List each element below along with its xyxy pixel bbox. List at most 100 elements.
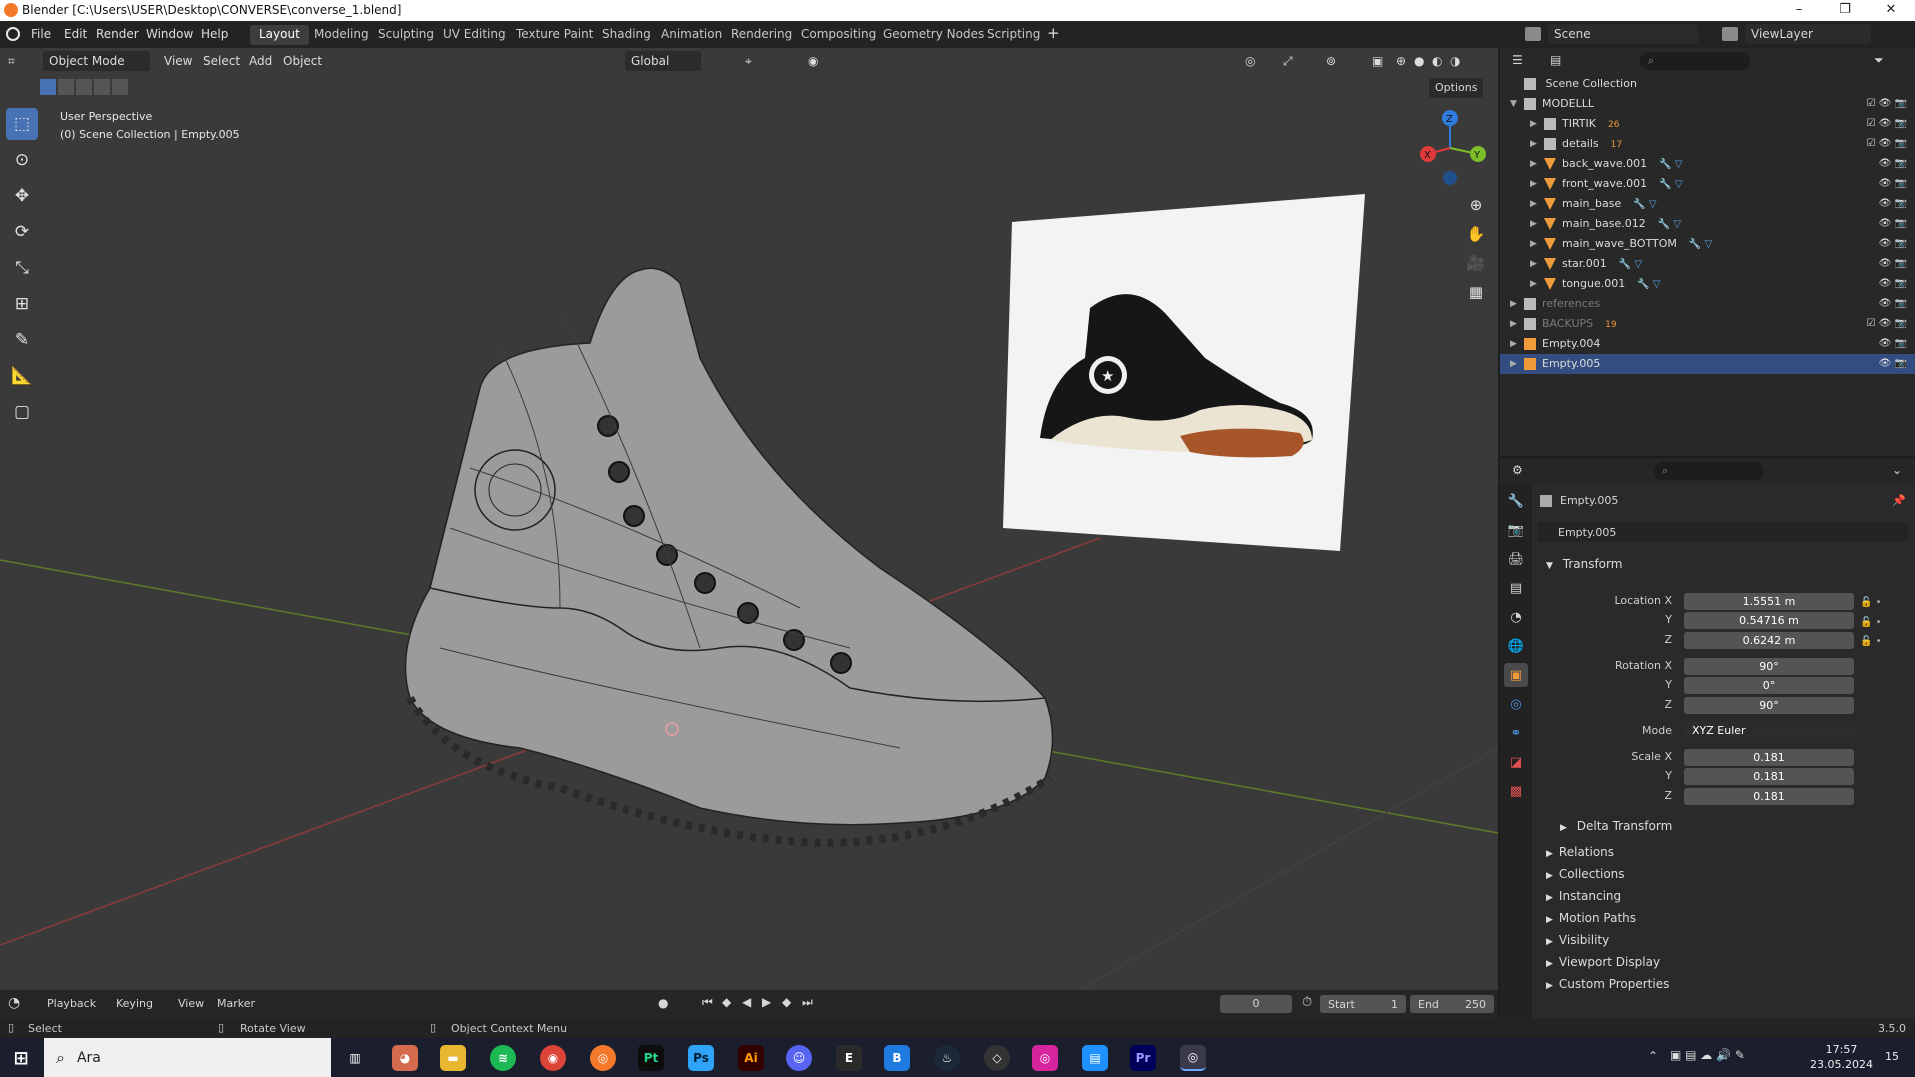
ortho-grid-icon[interactable]: ▦ (1463, 279, 1489, 305)
expand-triangle-icon[interactable]: ▶ (1530, 134, 1537, 154)
outliner-item[interactable]: ▶ main_wave_BOTTOM 🔧 ▽ 👁 📷 (1500, 234, 1915, 254)
outliner-item[interactable]: ▼ MODELLL ☑ 👁 📷 (1500, 94, 1915, 114)
visibility-toggles[interactable]: 👁 📷 (1879, 294, 1907, 314)
tab-scripting[interactable]: Scripting (978, 25, 1049, 45)
snap-icon[interactable]: ⌖ (745, 51, 752, 71)
expand-triangle-icon[interactable]: ▶ (1530, 234, 1537, 254)
visibility-icon[interactable]: ◎ (1245, 51, 1255, 71)
expand-triangle-icon[interactable]: ▼ (1510, 94, 1517, 114)
texture-tab-icon[interactable]: ▩ (1504, 779, 1528, 803)
blue-app-icon[interactable]: B (884, 1045, 910, 1071)
reference-image[interactable]: ★ (1003, 194, 1365, 551)
start-frame-field[interactable]: Start 1 (1320, 995, 1406, 1013)
data-tab-icon[interactable]: ◪ (1504, 750, 1528, 774)
location-y-field[interactable]: 0.54716 m (1684, 612, 1854, 629)
outliner-search-input[interactable]: ⌕ (1640, 52, 1750, 70)
visibility-toggles[interactable]: 👁 📷 (1879, 154, 1907, 174)
cursor-tool-icon[interactable]: ⊙ (6, 144, 38, 176)
panel-header-collections[interactable]: ▶ Collections (1540, 862, 1908, 886)
panel-header-visibility[interactable]: ▶ Visibility (1540, 928, 1908, 952)
maximize-button[interactable]: ❐ (1822, 0, 1868, 21)
spotify-icon[interactable]: ≋ (490, 1045, 516, 1071)
viewport-menu-object[interactable]: Object (283, 51, 322, 71)
blender-active-icon[interactable]: ◎ (1180, 1045, 1206, 1071)
shading-solid-icon[interactable]: ● (1414, 51, 1424, 71)
visibility-toggles[interactable]: 👁 📷 (1879, 174, 1907, 194)
visibility-toggles[interactable]: 👁 📷 (1879, 274, 1907, 294)
tab-geometry-nodes[interactable]: Geometry Nodes (874, 25, 993, 45)
expand-triangle-icon[interactable]: ▶ (1530, 114, 1537, 134)
panel-header-relations[interactable]: ▶ Relations (1540, 840, 1908, 864)
mode-selector[interactable]: Object Mode (43, 51, 150, 71)
expand-triangle-icon[interactable]: ▶ (1510, 354, 1517, 374)
editor-type-icon[interactable]: ⌗ (8, 51, 15, 71)
tab-layout[interactable]: Layout (250, 25, 309, 45)
location-x-field[interactable]: 1.5551 m (1684, 593, 1854, 610)
expand-triangle-icon[interactable]: ▶ (1530, 154, 1537, 174)
panel-header-custom-properties[interactable]: ▶ Custom Properties (1540, 972, 1908, 996)
expand-triangle-icon[interactable]: ▶ (1530, 274, 1537, 294)
panel-header-motion-paths[interactable]: ▶ Motion Paths (1540, 906, 1908, 930)
expand-triangle-icon[interactable]: ▶ (1530, 174, 1537, 194)
properties-options-icon[interactable]: ⌄ (1892, 463, 1902, 477)
app-icon[interactable]: ◕ (392, 1045, 418, 1071)
datablock-selector[interactable]: Empty.005 (1538, 522, 1908, 542)
transform-tool-icon[interactable]: ⊞ (6, 288, 38, 320)
scene-tab-icon[interactable]: ◔ (1504, 605, 1528, 629)
task-view-icon[interactable]: ▥ (342, 1045, 368, 1071)
select-box-tool-icon[interactable]: ⬚ (6, 108, 38, 140)
transform-orientation-selector[interactable]: Global (625, 51, 701, 71)
epic-games-icon[interactable]: E (836, 1045, 862, 1071)
tray-chevron-icon[interactable]: ⌃ (1648, 1049, 1658, 1063)
shoe-mesh[interactable] (404, 267, 1054, 848)
constraints-tab-icon[interactable]: ⚭ (1504, 721, 1528, 745)
jump-start-icon[interactable]: ⏮ (702, 995, 713, 1010)
outliner-item[interactable]: ▶ tongue.001 🔧 ▽ 👁 📷 (1500, 274, 1915, 294)
file-explorer-icon[interactable]: ▬ (440, 1045, 466, 1071)
tab-compositing[interactable]: Compositing (792, 25, 885, 45)
outliner-item[interactable]: ▶ details 17 ☑ 👁 📷 (1500, 134, 1915, 154)
add-workspace-button[interactable]: + (1047, 24, 1060, 42)
select-mode-new-icon[interactable] (40, 79, 56, 95)
3d-viewport[interactable]: ★ ⌗ Object Mode View Select Add Object G… (0, 48, 1498, 990)
visibility-toggles[interactable]: 👁 📷 (1879, 234, 1907, 254)
end-frame-field[interactable]: End 250 (1410, 995, 1494, 1013)
lock-icon[interactable]: 🔓 • (1860, 632, 1882, 652)
visibility-toggles[interactable]: 👁 📷 (1879, 354, 1907, 374)
outliner-item[interactable]: ▶ references 👁 📷 (1500, 294, 1915, 314)
visibility-toggles[interactable]: ☑ 👁 📷 (1867, 94, 1907, 114)
measure-tool-icon[interactable]: 📐 (6, 360, 38, 392)
windows-start-icon[interactable]: ⊞ (8, 1045, 34, 1071)
tab-animation[interactable]: Animation (652, 25, 731, 45)
blender-menu-icon[interactable] (6, 27, 20, 41)
store-icon[interactable]: ▤ (1082, 1045, 1108, 1071)
tool-tab-icon[interactable]: 🔧 (1504, 489, 1528, 513)
menu-help[interactable]: Help (201, 27, 228, 41)
preview-range-icon[interactable]: ⏱ (1302, 995, 1312, 1010)
clock[interactable]: 17:57 23.05.2024 (1810, 1042, 1873, 1072)
pycharm-icon[interactable]: Pt (638, 1045, 664, 1071)
tab-rendering[interactable]: Rendering (722, 25, 801, 45)
play-icon[interactable]: ▶ (762, 995, 771, 1009)
filter-icon[interactable]: ⏷ (1874, 53, 1884, 68)
notification-badge[interactable]: 15 (1885, 1050, 1899, 1063)
illustrator-icon[interactable]: Ai (738, 1045, 764, 1071)
add-cube-tool-icon[interactable]: ▢ (6, 396, 38, 428)
visibility-toggles[interactable]: ☑ 👁 📷 (1867, 314, 1907, 334)
menu-window[interactable]: Window (146, 27, 193, 41)
expand-triangle-icon[interactable]: ▶ (1510, 334, 1517, 354)
select-mode-extend-icon[interactable] (58, 79, 74, 95)
outliner-item[interactable]: ▶ front_wave.001 🔧 ▽ 👁 📷 (1500, 174, 1915, 194)
gizmo-toggle-icon[interactable]: ⤢ (1283, 51, 1293, 71)
location-z-field[interactable]: 0.6242 m (1684, 632, 1854, 649)
overlay-toggle-icon[interactable]: ⊚ (1326, 51, 1336, 71)
shading-material-icon[interactable]: ◐ (1432, 51, 1442, 71)
expand-triangle-icon[interactable]: ▶ (1530, 254, 1537, 274)
world-tab-icon[interactable]: 🌐 (1504, 634, 1528, 658)
visibility-toggles[interactable]: ☑ 👁 📷 (1867, 134, 1907, 154)
camera-view-icon[interactable]: 🎥 (1463, 250, 1489, 276)
minimize-button[interactable]: – (1776, 0, 1822, 21)
scene-selector[interactable]: Scene (1548, 24, 1698, 44)
rotation-y-field[interactable]: 0° (1684, 677, 1854, 694)
expand-triangle-icon[interactable]: ▶ (1510, 294, 1517, 314)
